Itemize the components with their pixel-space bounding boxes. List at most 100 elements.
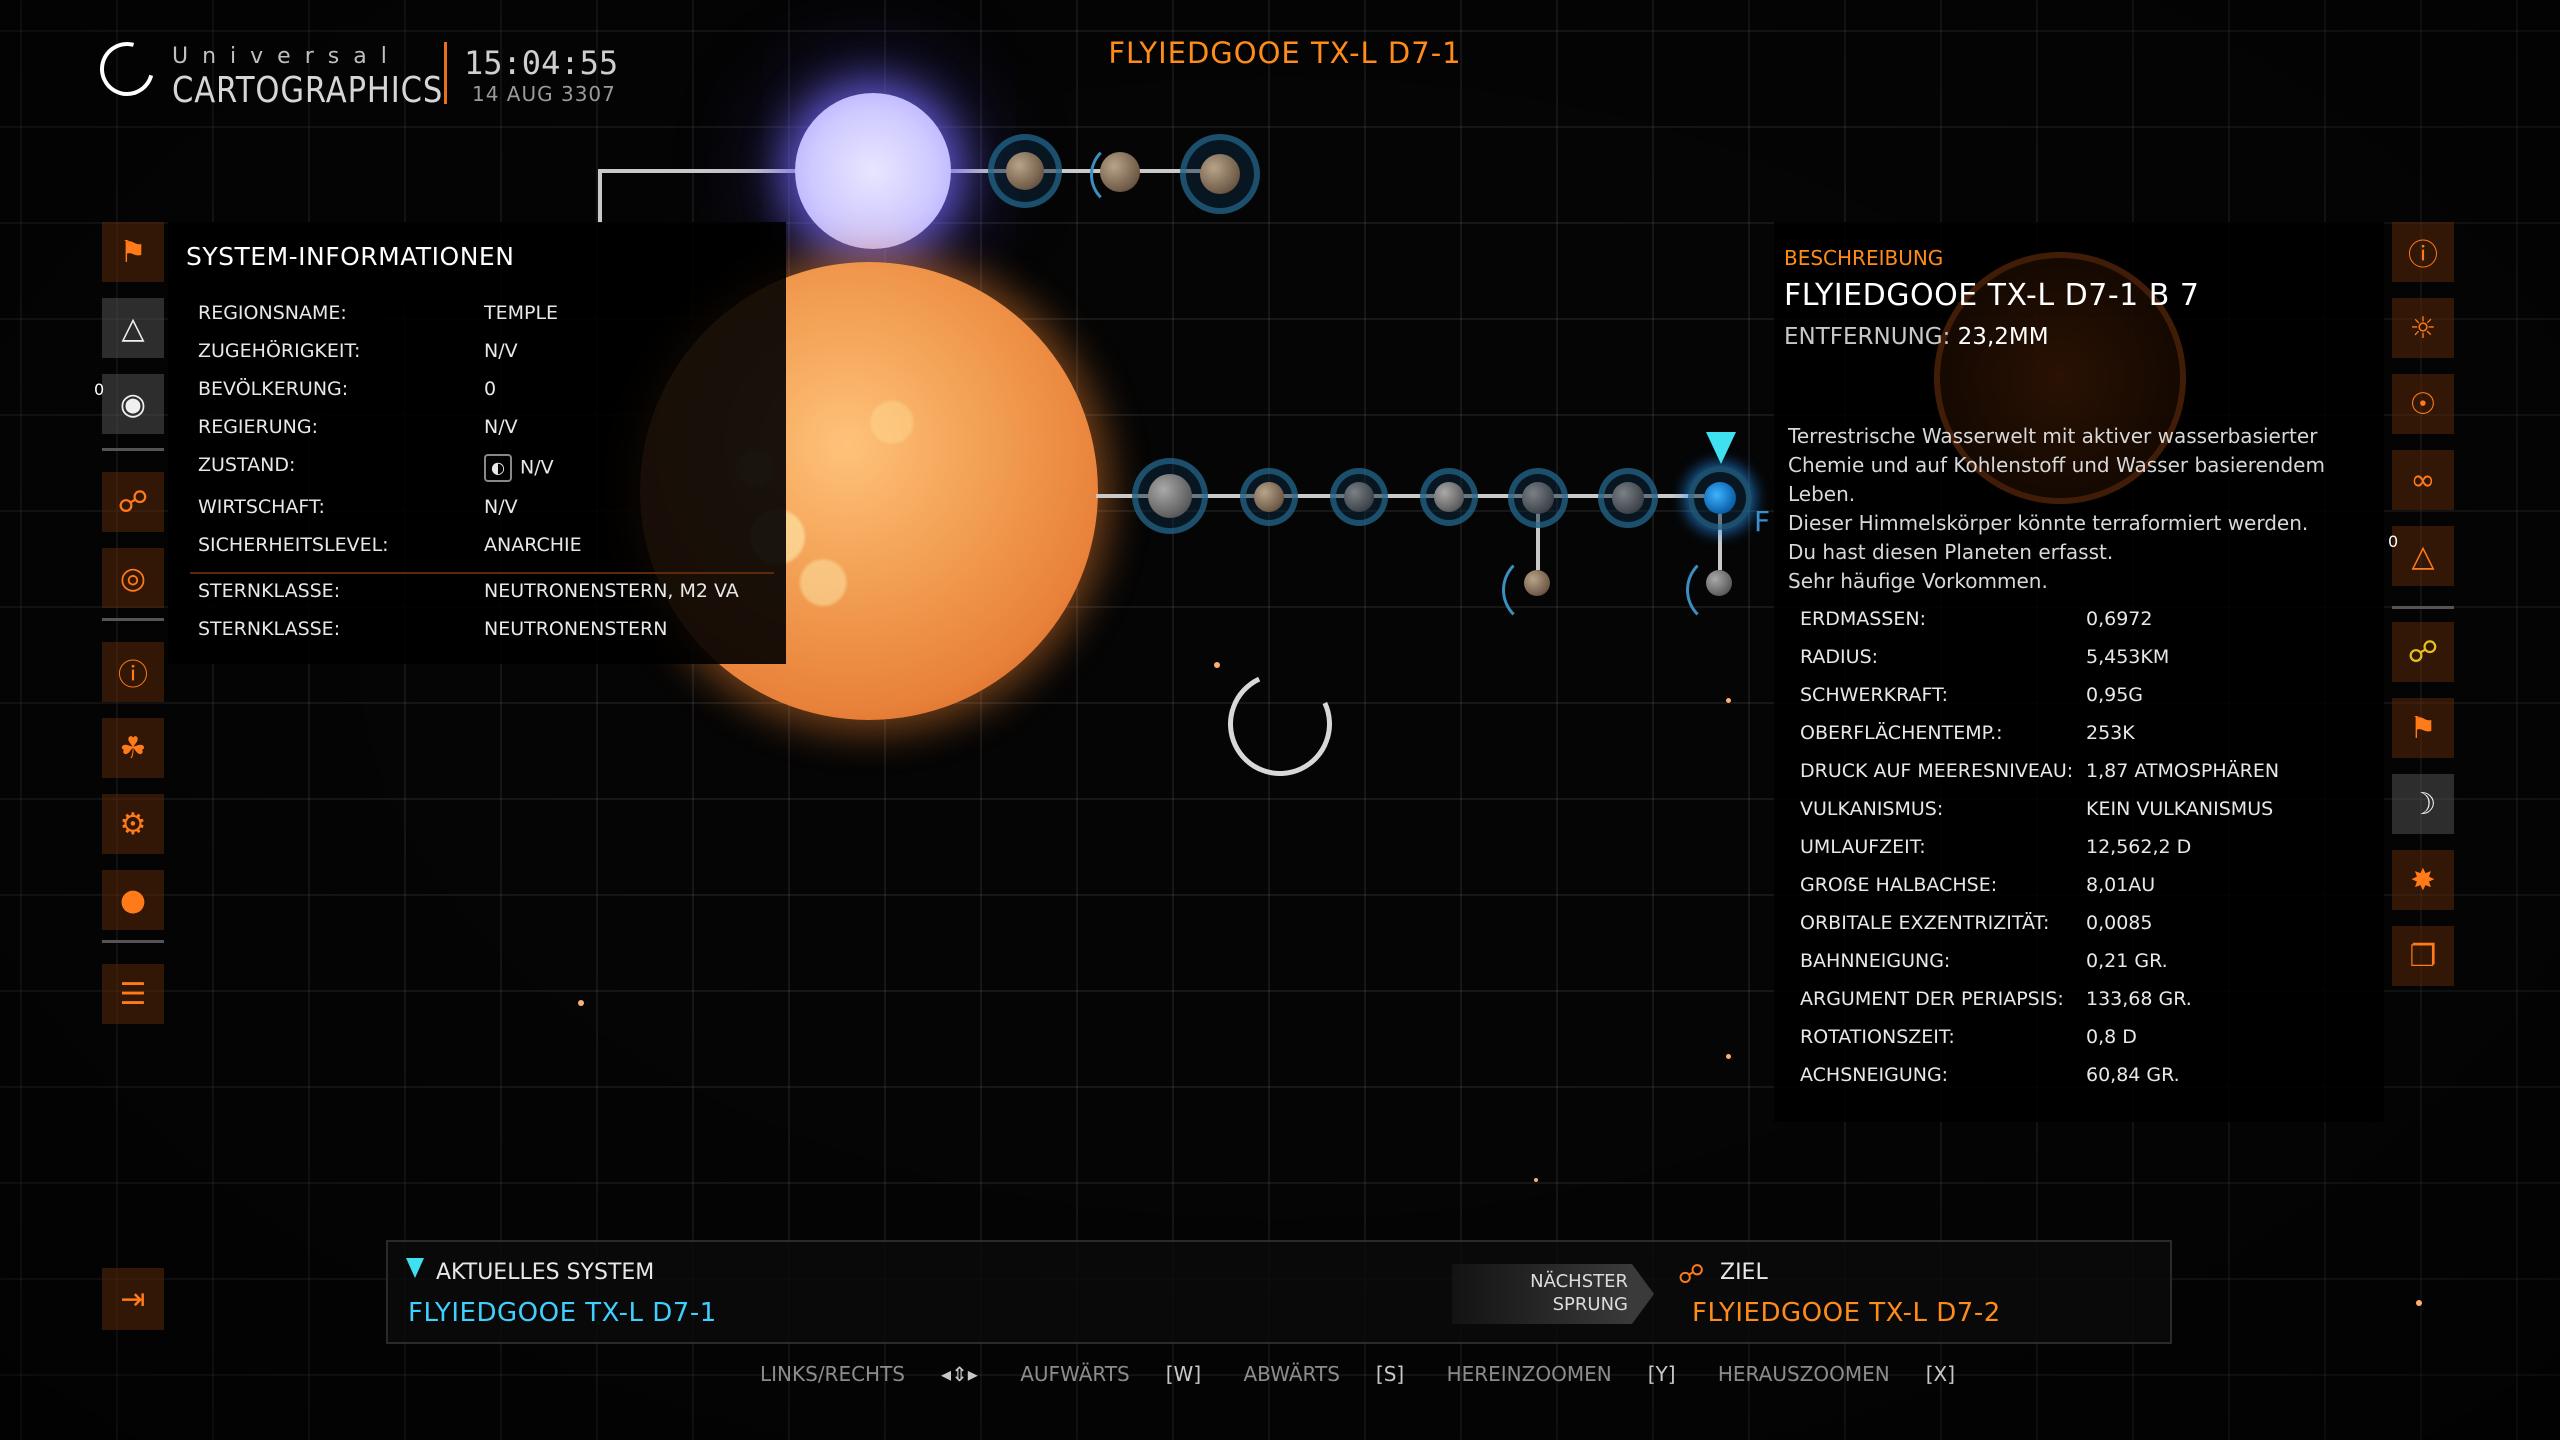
target-value[interactable]: FLYIEDGOOE TX-L D7-2 [1692, 1298, 2001, 1328]
planet-b3[interactable] [1330, 468, 1388, 526]
route-icon[interactable]: ☍ [102, 472, 164, 532]
planet-b6[interactable] [1598, 468, 1658, 528]
planet-a1[interactable] [988, 134, 1062, 208]
star-class-row: STERNKLASSE: NEUTRONENSTERN, M2 VA [198, 580, 739, 602]
gear-icon[interactable]: ⚙ [102, 794, 164, 854]
scan-icon[interactable]: ☼ [2392, 298, 2454, 358]
clock-date: 14 AUG 3307 [472, 82, 616, 106]
column-separator [2392, 606, 2454, 609]
distant-star [2416, 1300, 2422, 1306]
body-stat-row: ORBITALE EXZENTRIZITÄT: 0,0085 [1800, 912, 2153, 934]
panel-title: SYSTEM-INFORMATIONEN [186, 242, 515, 271]
body-stat-row: OBERFLÄCHENTEMP.: 253K [1800, 722, 2135, 744]
info-row: REGIONSNAME: TEMPLE [198, 302, 559, 324]
next-jump-line1: NÄCHSTER [1530, 1271, 1628, 1292]
logo-big-text: CARTOGRAPHICS [172, 70, 444, 111]
body-marker-label: F [1754, 505, 1771, 538]
current-system-marker-icon [406, 1258, 424, 1278]
location-icon[interactable]: ● [102, 870, 164, 930]
info-row: ZUGEHÖRIGKEIT: N/V [198, 340, 518, 362]
orbit-line [598, 169, 602, 223]
info-separator [190, 572, 774, 574]
info-row: BEVÖLKERUNG: 0 [198, 378, 497, 400]
body-stat-row: DRUCK AUF MEERESNIVEAU: 1,87 ATMOSPHÄREN [1800, 760, 2280, 782]
moon-b7-a[interactable] [1706, 570, 1732, 596]
body-description-panel: BESCHREIBUNG FLYIEDGOOE TX-L D7-1 B 7 EN… [1774, 222, 2384, 1122]
list-icon[interactable]: ☰ [102, 964, 164, 1024]
system-info-panel: SYSTEM-INFORMATIONEN REGIONSNAME: TEMPLE … [168, 222, 786, 664]
body-stat-row: ROTATIONSZEIT: 0,8 D [1800, 1026, 2137, 1048]
distant-star [578, 1000, 584, 1006]
info-row: SICHERHEITSLEVEL: ANARCHIE [198, 534, 582, 556]
distant-star [1726, 1054, 1731, 1059]
globe-count: 0 [94, 380, 105, 399]
logo-small-text: Universal [172, 44, 401, 69]
network-icon[interactable]: ☍ [2392, 622, 2454, 682]
info-row: ZUSTAND: ◐ N/V [198, 454, 778, 484]
route-target-icon: ☍ [1678, 1260, 1705, 1290]
next-jump-line2: SPRUNG [1552, 1294, 1628, 1315]
government-icon[interactable]: ☘ [102, 718, 164, 778]
hint-zoom-in: HEREINZOOMEN [Y] [1446, 1362, 1676, 1386]
control-hints: LINKS/RECHTS ◂⇕▸ AUFWÄRTS [W] ABWÄRTS [S] H… [760, 1362, 1991, 1386]
info-row: WIRTSCHAFT: N/V [198, 496, 518, 518]
body-stat-row: ARGUMENT DER PERIAPSIS: 133,68 GR. [1800, 988, 2192, 1010]
star-icon[interactable]: ☉ [2392, 374, 2454, 434]
current-system-value[interactable]: FLYIEDGOOE TX-L D7-1 [408, 1298, 717, 1328]
body-stat-row: UMLAUFZEIT: 12,562,2 D [1800, 836, 2192, 858]
description-header: BESCHREIBUNG [1784, 246, 1944, 270]
route-bar: AKTUELLES SYSTEM FLYIEDGOOE TX-L D7-1 NÄ… [386, 1240, 2172, 1344]
body-stat-row: ERDMASSEN: 0,6972 [1800, 608, 2153, 630]
terrain-icon[interactable]: △ [102, 298, 164, 358]
planet-info-icon[interactable]: ⓘ [2392, 222, 2454, 282]
neutron-star[interactable] [795, 93, 951, 249]
moon-icon[interactable]: ☽ [2392, 774, 2454, 834]
info-icon[interactable]: ⓘ [102, 642, 164, 702]
next-jump-button[interactable]: NÄCHSTER SPRUNG [1452, 1264, 1654, 1324]
body-stat-row: SCHWERKRAFT: 0,95G [1800, 684, 2144, 706]
body-stat-row: GROẞE HALBACHSE: 8,01AU [1800, 874, 2156, 896]
planet-a2[interactable] [1100, 152, 1140, 192]
terrain-count: 0 [2388, 532, 2399, 551]
column-separator [102, 448, 164, 451]
clock-time: 15:04:55 [464, 44, 619, 82]
logo-separator [444, 42, 447, 104]
exit-icon[interactable]: ⇥ [102, 1268, 164, 1330]
terrain-icon[interactable]: △ [2392, 526, 2454, 586]
distant-star [1534, 1178, 1538, 1182]
copy-icon[interactable]: ❐ [2392, 926, 2454, 986]
nodes-icon[interactable]: ✸ [2392, 850, 2454, 910]
column-separator [102, 618, 164, 621]
globe-icon[interactable]: ◉ [102, 374, 164, 434]
system-title: FLYIEDGOOE TX-L D7-1 [1108, 36, 1462, 70]
target-label: ZIEL [1720, 1260, 1768, 1285]
info-row: REGIERUNG: N/V [198, 416, 518, 438]
body-stat-row: BAHNNEIGUNG: 0,21 GR. [1800, 950, 2168, 972]
planet-b5[interactable] [1508, 468, 1568, 528]
hint-left-right: LINKS/RECHTS ◂⇕▸ [760, 1362, 978, 1386]
current-system-label: AKTUELLES SYSTEM [436, 1260, 655, 1285]
body-distance: ENTFERNUNG: 23,2MM [1784, 324, 2049, 350]
planet-a3[interactable] [1180, 134, 1260, 214]
planet-b2[interactable] [1240, 468, 1298, 526]
planet-b4[interactable] [1420, 468, 1478, 526]
body-stat-row: RADIUS: 5,453KM [1800, 646, 2170, 668]
hint-down: ABWÄRTS [S] [1243, 1362, 1405, 1386]
body-stat-row: VULKANISMUS: KEIN VULKANISMUS [1800, 798, 2274, 820]
distant-star [1726, 698, 1731, 703]
selected-body-marker-icon [1706, 432, 1736, 464]
planet-b1[interactable] [1132, 458, 1208, 534]
planet-b7-selected[interactable] [1688, 466, 1752, 530]
hint-up: AUFWÄRTS [W] [1020, 1362, 1202, 1386]
universal-cartographics-logo: Universal CARTOGRAPHICS 15:04:55 14 AUG … [90, 30, 620, 118]
moon-b5-a[interactable] [1524, 570, 1550, 596]
hint-zoom-out: HERAUSZOOMEN [X] [1717, 1362, 1956, 1386]
distant-star [1214, 662, 1220, 668]
body-stat-row: ACHSNEIGUNG: 60,84 GR. [1800, 1064, 2180, 1086]
dna-icon[interactable]: ∞ [2392, 450, 2454, 510]
bookmark-icon[interactable]: ⚑ [102, 222, 164, 282]
state-icon: ◐ [484, 454, 512, 482]
bookmark-add-icon[interactable]: ⚑ [2392, 698, 2454, 758]
target-globe-icon[interactable]: ◎ [102, 548, 164, 608]
column-separator [102, 940, 164, 943]
